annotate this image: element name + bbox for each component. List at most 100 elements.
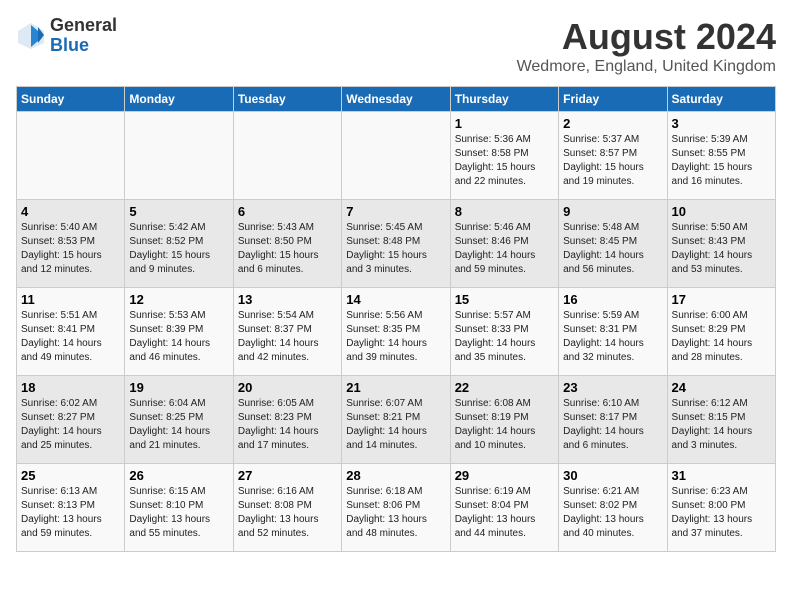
month-year-title: August 2024 xyxy=(517,16,776,58)
day-number: 22 xyxy=(455,380,554,395)
day-info: Sunrise: 6:19 AM Sunset: 8:04 PM Dayligh… xyxy=(455,485,554,541)
day-header-saturday: Saturday xyxy=(667,87,775,112)
day-number: 10 xyxy=(672,204,771,219)
calendar-cell: 28 Sunrise: 6:18 AM Sunset: 8:06 PM Dayli… xyxy=(342,464,450,552)
calendar-cell: 1 Sunrise: 5:36 AM Sunset: 8:58 PM Daylig… xyxy=(450,112,558,200)
calendar-cell: 4 Sunrise: 5:40 AM Sunset: 8:53 PM Daylig… xyxy=(17,200,125,288)
day-number: 27 xyxy=(238,468,337,483)
day-info: Sunrise: 5:36 AM Sunset: 8:58 PM Dayligh… xyxy=(455,133,554,189)
day-info: Sunrise: 6:16 AM Sunset: 8:08 PM Dayligh… xyxy=(238,485,337,541)
day-number: 18 xyxy=(21,380,120,395)
week-row-5: 25 Sunrise: 6:13 AM Sunset: 8:13 PM Dayli… xyxy=(17,464,776,552)
day-number: 24 xyxy=(672,380,771,395)
day-number: 29 xyxy=(455,468,554,483)
day-number: 3 xyxy=(672,116,771,131)
day-number: 12 xyxy=(129,292,228,307)
week-row-2: 4 Sunrise: 5:40 AM Sunset: 8:53 PM Daylig… xyxy=(17,200,776,288)
day-number: 30 xyxy=(563,468,662,483)
day-number: 23 xyxy=(563,380,662,395)
day-info: Sunrise: 6:02 AM Sunset: 8:27 PM Dayligh… xyxy=(21,397,120,453)
day-number: 4 xyxy=(21,204,120,219)
day-header-wednesday: Wednesday xyxy=(342,87,450,112)
days-header-row: SundayMondayTuesdayWednesdayThursdayFrid… xyxy=(17,87,776,112)
page-header: General Blue August 2024 Wedmore, Englan… xyxy=(16,16,776,76)
logo-general-label: General xyxy=(50,16,117,36)
logo-blue-label: Blue xyxy=(50,36,117,56)
calendar-cell: 6Sunrise: 5:43 AM Sunset: 8:50 PM Daylig… xyxy=(233,200,341,288)
day-info: Sunrise: 6:13 AM Sunset: 8:13 PM Dayligh… xyxy=(21,485,120,541)
day-number: 19 xyxy=(129,380,228,395)
calendar-cell: 30Sunrise: 6:21 AM Sunset: 8:02 PM Dayli… xyxy=(559,464,667,552)
calendar-cell: 22 Sunrise: 6:08 AM Sunset: 8:19 PM Dayli… xyxy=(450,376,558,464)
day-number: 28 xyxy=(346,468,445,483)
day-info: Sunrise: 5:42 AM Sunset: 8:52 PM Dayligh… xyxy=(129,221,228,277)
calendar-cell: 10 Sunrise: 5:50 AM Sunset: 8:43 PM Dayli… xyxy=(667,200,775,288)
week-row-1: 1 Sunrise: 5:36 AM Sunset: 8:58 PM Daylig… xyxy=(17,112,776,200)
calendar-cell: 12 Sunrise: 5:53 AM Sunset: 8:39 PM Dayli… xyxy=(125,288,233,376)
calendar-cell: 24 Sunrise: 6:12 AM Sunset: 8:15 PM Dayli… xyxy=(667,376,775,464)
day-info: Sunrise: 5:48 AM Sunset: 8:45 PM Dayligh… xyxy=(563,221,662,277)
calendar-cell: 17Sunrise: 6:00 AM Sunset: 8:29 PM Dayli… xyxy=(667,288,775,376)
calendar-cell: 7Sunrise: 5:45 AM Sunset: 8:48 PM Daylig… xyxy=(342,200,450,288)
day-header-sunday: Sunday xyxy=(17,87,125,112)
calendar-cell: 15 Sunrise: 5:57 AM Sunset: 8:33 PM Dayli… xyxy=(450,288,558,376)
calendar-cell: 27 Sunrise: 6:16 AM Sunset: 8:08 PM Dayli… xyxy=(233,464,341,552)
day-info: Sunrise: 6:00 AM Sunset: 8:29 PM Dayligh… xyxy=(672,309,771,365)
day-number: 5 xyxy=(129,204,228,219)
calendar-cell: 31Sunrise: 6:23 AM Sunset: 8:00 PM Dayli… xyxy=(667,464,775,552)
calendar-cell: 29 Sunrise: 6:19 AM Sunset: 8:04 PM Dayli… xyxy=(450,464,558,552)
day-info: Sunrise: 5:40 AM Sunset: 8:53 PM Dayligh… xyxy=(21,221,120,277)
calendar-cell: 13 Sunrise: 5:54 AM Sunset: 8:37 PM Dayli… xyxy=(233,288,341,376)
day-number: 13 xyxy=(238,292,337,307)
day-info: Sunrise: 6:08 AM Sunset: 8:19 PM Dayligh… xyxy=(455,397,554,453)
day-info: Sunrise: 5:51 AM Sunset: 8:41 PM Dayligh… xyxy=(21,309,120,365)
day-info: Sunrise: 6:18 AM Sunset: 8:06 PM Dayligh… xyxy=(346,485,445,541)
week-row-3: 11 Sunrise: 5:51 AM Sunset: 8:41 PM Dayli… xyxy=(17,288,776,376)
day-number: 1 xyxy=(455,116,554,131)
week-row-4: 18 Sunrise: 6:02 AM Sunset: 8:27 PM Dayli… xyxy=(17,376,776,464)
day-header-monday: Monday xyxy=(125,87,233,112)
calendar-cell: 18 Sunrise: 6:02 AM Sunset: 8:27 PM Dayli… xyxy=(17,376,125,464)
day-number: 31 xyxy=(672,468,771,483)
calendar-cell: 21 Sunrise: 6:07 AM Sunset: 8:21 PM Dayli… xyxy=(342,376,450,464)
day-info: Sunrise: 5:37 AM Sunset: 8:57 PM Dayligh… xyxy=(563,133,662,189)
day-number: 25 xyxy=(21,468,120,483)
day-info: Sunrise: 5:39 AM Sunset: 8:55 PM Dayligh… xyxy=(672,133,771,189)
day-number: 2 xyxy=(563,116,662,131)
day-info: Sunrise: 6:07 AM Sunset: 8:21 PM Dayligh… xyxy=(346,397,445,453)
day-header-friday: Friday xyxy=(559,87,667,112)
day-number: 8 xyxy=(455,204,554,219)
calendar-table: SundayMondayTuesdayWednesdayThursdayFrid… xyxy=(16,86,776,552)
calendar-cell xyxy=(233,112,341,200)
calendar-cell: 23Sunrise: 6:10 AM Sunset: 8:17 PM Dayli… xyxy=(559,376,667,464)
calendar-cell xyxy=(342,112,450,200)
day-info: Sunrise: 6:15 AM Sunset: 8:10 PM Dayligh… xyxy=(129,485,228,541)
location-label: Wedmore, England, United Kingdom xyxy=(517,58,776,76)
day-number: 7 xyxy=(346,204,445,219)
day-number: 16 xyxy=(563,292,662,307)
logo: General Blue xyxy=(16,16,117,56)
calendar-cell xyxy=(125,112,233,200)
day-number: 6 xyxy=(238,204,337,219)
calendar-cell: 19 Sunrise: 6:04 AM Sunset: 8:25 PM Dayli… xyxy=(125,376,233,464)
title-block: August 2024 Wedmore, England, United Kin… xyxy=(517,16,776,76)
day-number: 14 xyxy=(346,292,445,307)
day-info: Sunrise: 5:46 AM Sunset: 8:46 PM Dayligh… xyxy=(455,221,554,277)
day-info: Sunrise: 5:50 AM Sunset: 8:43 PM Dayligh… xyxy=(672,221,771,277)
calendar-cell: 20Sunrise: 6:05 AM Sunset: 8:23 PM Dayli… xyxy=(233,376,341,464)
day-info: Sunrise: 5:57 AM Sunset: 8:33 PM Dayligh… xyxy=(455,309,554,365)
day-number: 11 xyxy=(21,292,120,307)
day-info: Sunrise: 6:12 AM Sunset: 8:15 PM Dayligh… xyxy=(672,397,771,453)
day-info: Sunrise: 5:54 AM Sunset: 8:37 PM Dayligh… xyxy=(238,309,337,365)
day-info: Sunrise: 5:53 AM Sunset: 8:39 PM Dayligh… xyxy=(129,309,228,365)
calendar-cell: 16Sunrise: 5:59 AM Sunset: 8:31 PM Dayli… xyxy=(559,288,667,376)
day-header-thursday: Thursday xyxy=(450,87,558,112)
logo-icon xyxy=(16,21,46,51)
day-number: 15 xyxy=(455,292,554,307)
calendar-cell: 3 Sunrise: 5:39 AM Sunset: 8:55 PM Daylig… xyxy=(667,112,775,200)
day-number: 21 xyxy=(346,380,445,395)
calendar-cell: 5 Sunrise: 5:42 AM Sunset: 8:52 PM Daylig… xyxy=(125,200,233,288)
day-number: 20 xyxy=(238,380,337,395)
day-number: 9 xyxy=(563,204,662,219)
day-info: Sunrise: 6:04 AM Sunset: 8:25 PM Dayligh… xyxy=(129,397,228,453)
